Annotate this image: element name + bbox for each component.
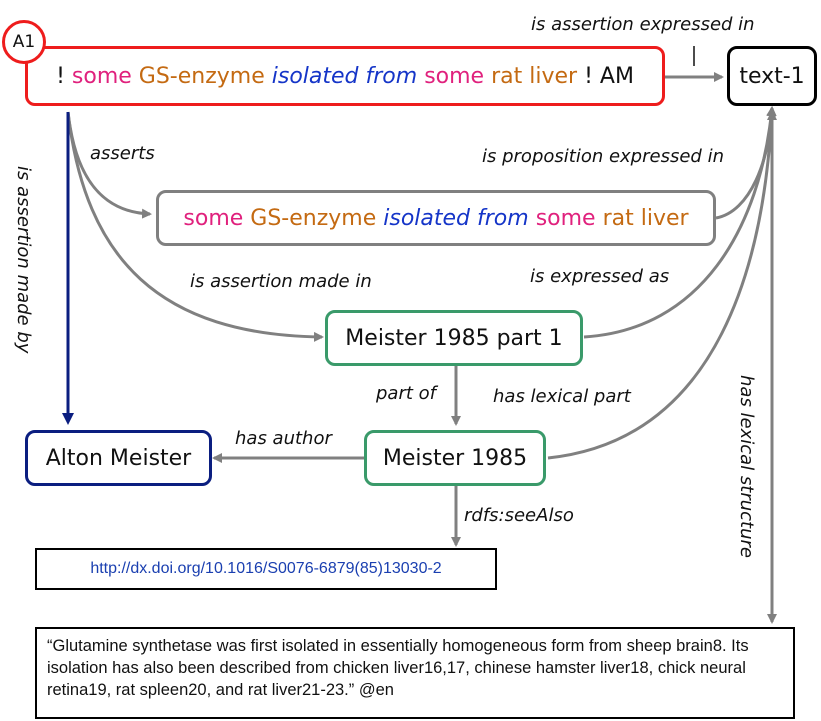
assertion-isolated-from: isolated from	[271, 63, 418, 89]
label-see-also: rdfs:seeAlso	[464, 505, 574, 526]
assertion-badge-label: A1	[12, 32, 36, 52]
assertion-prefix: !	[56, 63, 65, 89]
assertion-some-1: some	[71, 63, 132, 89]
doi-link[interactable]: http://dx.doi.org/10.1016/S0076-6879(85)…	[90, 560, 441, 578]
label-part-of: part of	[376, 383, 436, 404]
text-1-label: text-1	[739, 63, 805, 89]
meister-1985-label: Meister 1985	[382, 445, 528, 471]
proposition-rat-liver: rat liver	[602, 205, 689, 231]
label-assertion-expressed-in: is assertion expressed in	[531, 14, 755, 35]
alton-meister-node[interactable]: Alton Meister	[25, 430, 212, 486]
assertion-rat-liver: rat liver	[491, 63, 578, 89]
label-assertion-made-by: is assertion made by	[13, 166, 34, 354]
proposition-enzyme: GS-enzyme	[250, 205, 377, 231]
assertion-suffix: ! AM	[584, 63, 634, 89]
meister-1985-node[interactable]: Meister 1985	[364, 430, 546, 486]
label-asserts: asserts	[90, 143, 155, 164]
label-has-author: has author	[235, 428, 332, 449]
text-1-node[interactable]: text-1	[727, 46, 817, 106]
label-proposition-expressed-in: is proposition expressed in	[482, 146, 724, 167]
quote-node: “Glutamine synthetase was first isolated…	[35, 627, 795, 719]
label-has-lexical-structure: has lexical structure	[736, 375, 757, 558]
assertion-some-2: some	[424, 63, 485, 89]
meister-part1-label: Meister 1985 part 1	[345, 325, 563, 351]
proposition-node[interactable]: some GS-enzyme isolated from some rat li…	[156, 190, 716, 246]
assertion-badge: A1	[2, 20, 46, 64]
quote-text: “Glutamine synthetase was first isolated…	[47, 637, 749, 699]
proposition-some-2: some	[535, 205, 596, 231]
assertion-node[interactable]: ! some GS-enzyme isolated from some rat …	[25, 46, 665, 106]
label-assertion-made-in: is assertion made in	[190, 271, 372, 292]
label-expressed-as: is expressed as	[530, 266, 670, 287]
alton-meister-label: Alton Meister	[45, 445, 192, 471]
assertion-enzyme: GS-enzyme	[138, 63, 265, 89]
doi-node[interactable]: http://dx.doi.org/10.1016/S0076-6879(85)…	[35, 548, 497, 590]
proposition-isolated-from: isolated from	[383, 205, 529, 231]
meister-part1-node[interactable]: Meister 1985 part 1	[325, 310, 583, 366]
label-has-lexical-part: has lexical part	[493, 386, 631, 407]
proposition-some-1: some	[183, 205, 244, 231]
